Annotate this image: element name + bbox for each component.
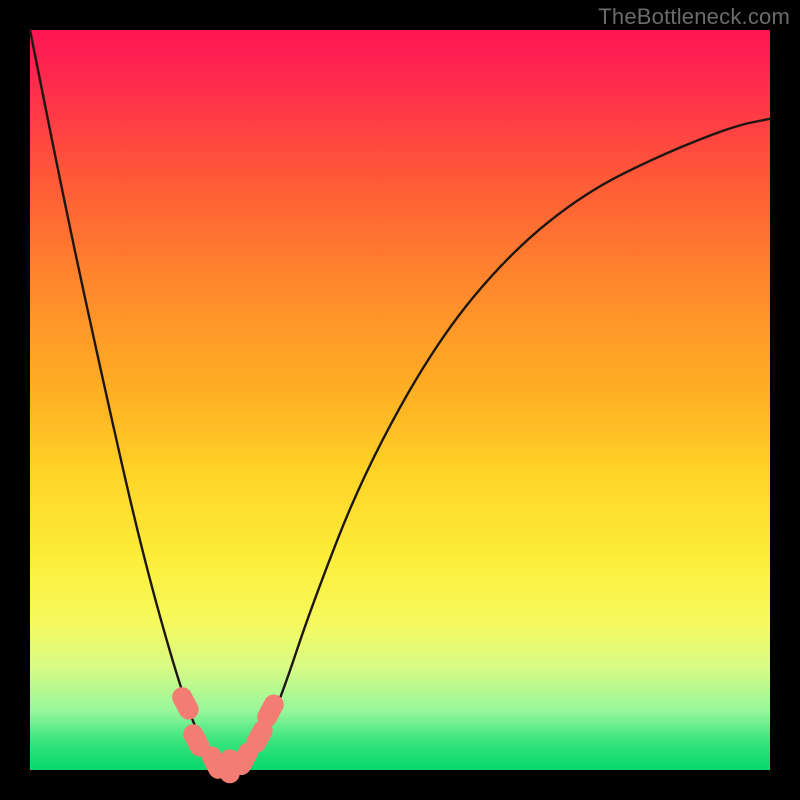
chart-frame: TheBottleneck.com [0,0,800,800]
curve-marker [169,684,203,723]
curve-markers [169,684,288,784]
bottleneck-curve [30,30,770,769]
site-watermark: TheBottleneck.com [598,4,790,30]
plot-background [30,30,770,770]
chart-svg [30,30,770,770]
